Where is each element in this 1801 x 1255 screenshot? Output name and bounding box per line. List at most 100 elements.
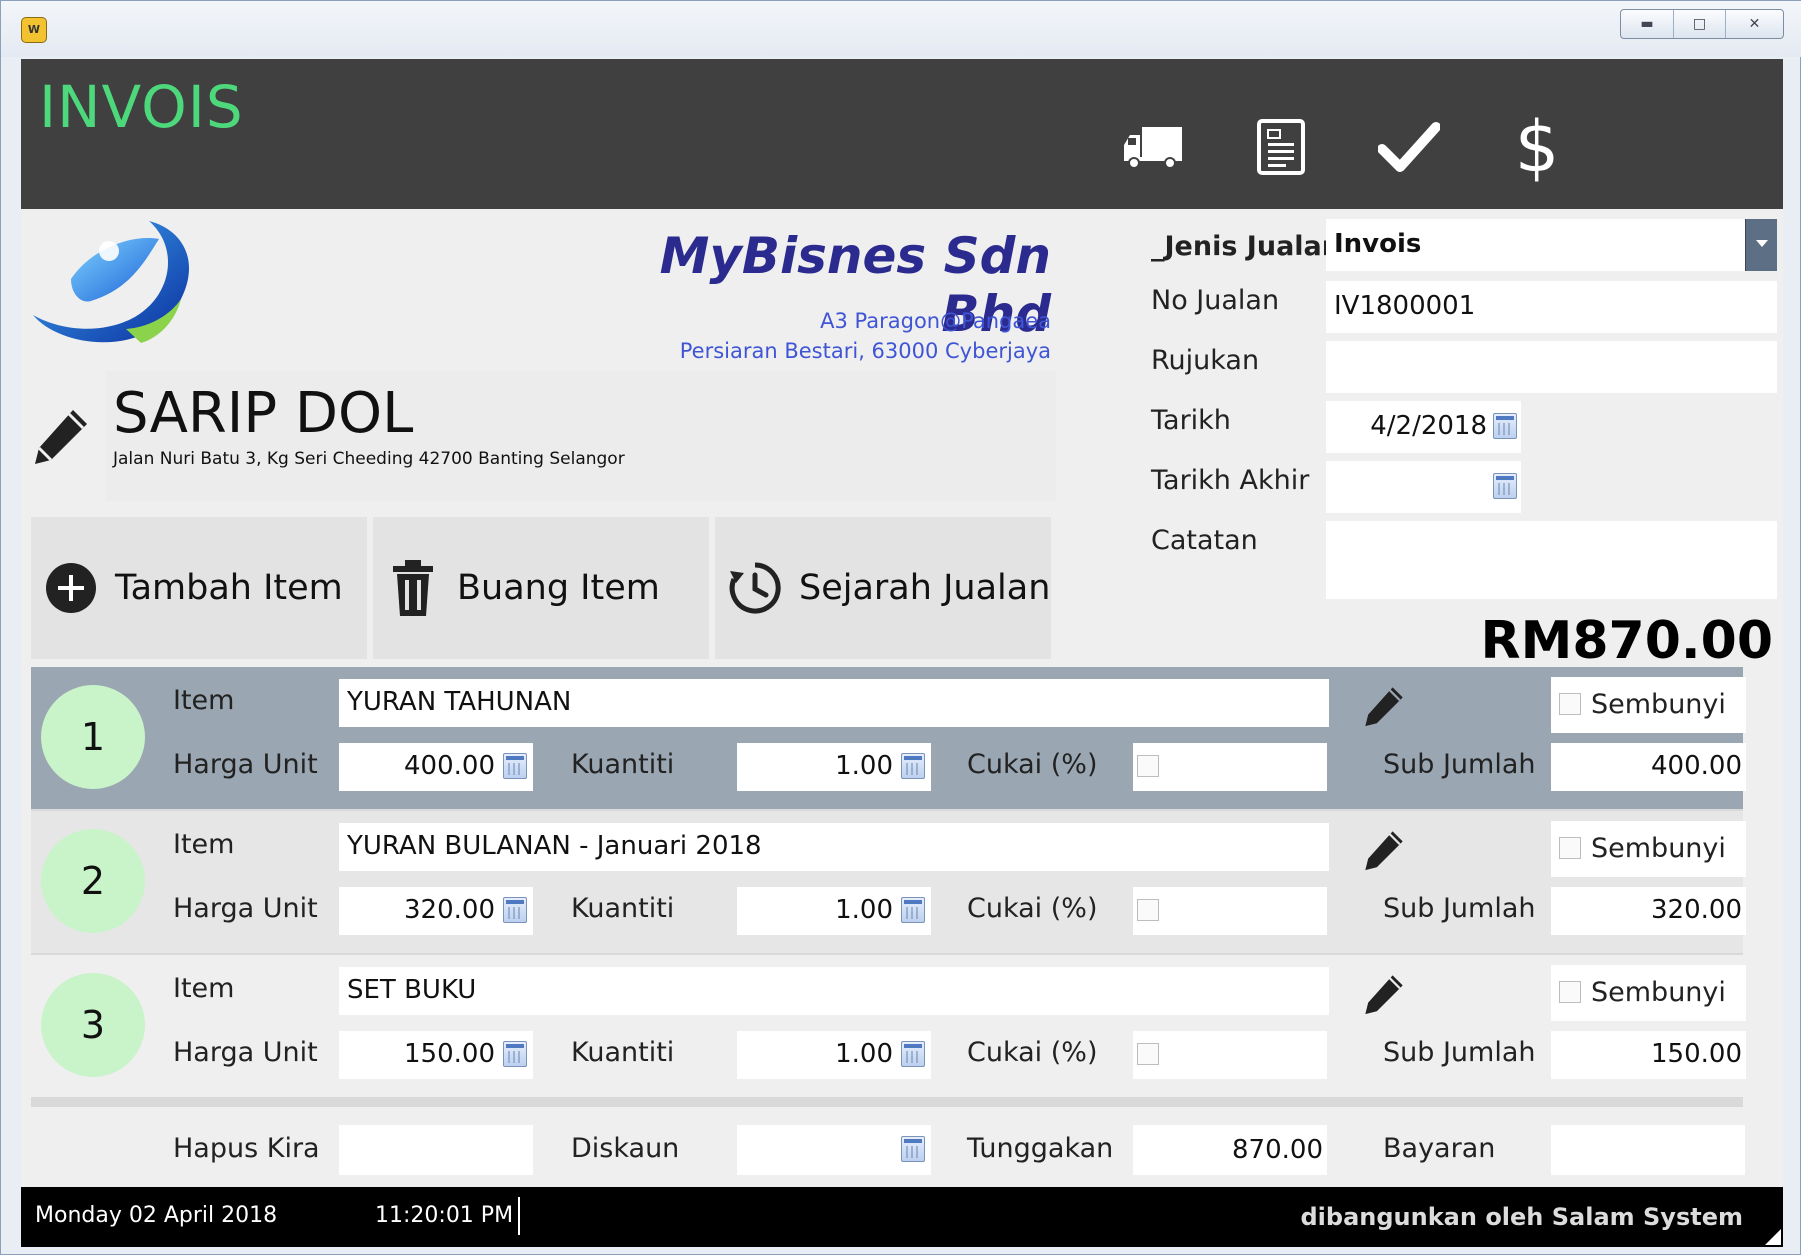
subtotal-field: 400.00 — [1551, 743, 1746, 791]
tax-checkbox[interactable] — [1137, 899, 1159, 921]
item-number: 2 — [41, 829, 145, 933]
maximize-button[interactable]: □ — [1673, 10, 1725, 38]
company-logo — [31, 219, 241, 364]
unit-price-field[interactable]: 400.00 — [339, 743, 533, 791]
quantity-field[interactable]: 1.00 — [737, 1031, 931, 1079]
customer-name: SARIP DOL — [113, 381, 414, 446]
checkmark-icon[interactable] — [1367, 105, 1451, 189]
tax-field[interactable] — [1133, 743, 1327, 791]
hide-label: Sembunyi — [1591, 833, 1726, 864]
quantity-label: Kuantiti — [571, 1037, 675, 1068]
add-item-button[interactable]: Tambah Item — [31, 517, 367, 659]
sales-history-label: Sejarah Jualan — [799, 568, 1051, 608]
item-row[interactable]: 2 Item YURAN BULANAN - Januari 2018 Harg… — [31, 811, 1746, 953]
remove-item-button[interactable]: Buang Item — [373, 517, 709, 659]
sales-history-button[interactable]: Sejarah Jualan — [715, 517, 1051, 659]
subtotal-label: Sub Jumlah — [1383, 749, 1536, 780]
add-item-label: Tambah Item — [115, 568, 343, 608]
edit-item-pencil-icon[interactable] — [1361, 683, 1409, 731]
hide-toggle[interactable]: Sembunyi — [1551, 821, 1746, 877]
hide-checkbox[interactable] — [1559, 693, 1581, 715]
item-row[interactable]: 3 Item SET BUKU Harga Unit 150.00 Kuanti… — [31, 955, 1746, 1097]
page-title: INVOIS — [39, 73, 244, 141]
tax-checkbox[interactable] — [1137, 1043, 1159, 1065]
calendar-icon[interactable] — [1493, 473, 1517, 499]
sale-no-field[interactable]: IV1800001 — [1326, 281, 1777, 333]
payment-label: Bayaran — [1383, 1133, 1496, 1164]
quantity-field[interactable]: 1.00 — [737, 887, 931, 935]
tax-field[interactable] — [1133, 887, 1327, 935]
sale-type-select[interactable]: Invois — [1326, 219, 1777, 271]
company-address-line2: Persiaran Bestari, 63000 Cyberjaya — [679, 339, 1051, 363]
document-icon[interactable] — [1239, 105, 1323, 189]
tax-checkbox[interactable] — [1137, 755, 1159, 777]
status-date: Monday 02 April 2018 — [35, 1203, 278, 1228]
edit-customer-pencil-icon[interactable] — [29, 404, 97, 504]
outstanding-label: Tunggakan — [967, 1133, 1114, 1164]
discount-field[interactable] — [737, 1125, 931, 1175]
calculator-icon[interactable] — [901, 753, 925, 779]
calculator-icon[interactable] — [503, 1041, 527, 1067]
due-date-field[interactable] — [1326, 461, 1521, 513]
calculator-icon[interactable] — [901, 897, 925, 923]
edit-item-pencil-icon[interactable] — [1361, 827, 1409, 875]
item-row[interactable]: 1 Item YURAN TAHUNAN Harga Unit 400.00 K… — [31, 667, 1746, 809]
notes-label: Catatan — [1151, 525, 1258, 556]
company-address-line1: A3 Paragon@Pangaea — [820, 309, 1051, 333]
hide-checkbox[interactable] — [1559, 837, 1581, 859]
edit-item-pencil-icon[interactable] — [1361, 971, 1409, 1019]
tax-field[interactable] — [1133, 1031, 1327, 1079]
unit-price-field[interactable]: 320.00 — [339, 887, 533, 935]
plus-circle-icon — [41, 558, 101, 618]
sale-no-label: No Jualan — [1151, 285, 1280, 316]
notes-field[interactable] — [1326, 521, 1777, 599]
unit-price-field[interactable]: 150.00 — [339, 1031, 533, 1079]
delivery-truck-icon[interactable] — [1111, 105, 1195, 189]
title-bar[interactable]: W ▬ □ ✕ — [1, 1, 1801, 57]
hide-toggle[interactable]: Sembunyi — [1551, 677, 1746, 733]
calculator-icon[interactable] — [901, 1041, 925, 1067]
calendar-icon[interactable] — [1493, 413, 1517, 439]
chevron-down-icon[interactable] — [1745, 219, 1777, 271]
hide-toggle[interactable]: Sembunyi — [1551, 965, 1746, 1021]
tax-label: Cukai (%) — [967, 1037, 1098, 1068]
tax-label: Cukai (%) — [967, 749, 1098, 780]
minimize-button[interactable]: ▬ — [1621, 10, 1673, 38]
status-bar: Monday 02 April 2018 11:20:01 PM dibangu… — [21, 1187, 1783, 1247]
developer-credit: dibangunkan oleh Salam System — [1300, 1203, 1744, 1231]
close-button[interactable]: ✕ — [1725, 10, 1783, 38]
status-time: 11:20:01 PM — [375, 1203, 514, 1228]
calculator-icon[interactable] — [901, 1136, 925, 1162]
unit-price-label: Harga Unit — [173, 893, 318, 924]
sale-type-value: Invois — [1334, 229, 1422, 259]
dollar-glyph: $ — [1514, 106, 1560, 188]
unit-price-value: 400.00 — [404, 751, 495, 781]
write-off-field[interactable] — [339, 1125, 533, 1175]
write-off-label: Hapus Kira — [173, 1133, 320, 1164]
window-controls: ▬ □ ✕ — [1620, 9, 1784, 39]
resize-grip-icon[interactable] — [1765, 1229, 1781, 1245]
payment-field[interactable] — [1551, 1125, 1745, 1175]
app-icon[interactable]: W — [21, 17, 47, 43]
item-name-field[interactable]: SET BUKU — [339, 967, 1329, 1015]
subtotal-field: 320.00 — [1551, 887, 1746, 935]
remove-item-label: Buang Item — [457, 568, 660, 608]
date-field[interactable]: 4/2/2018 — [1326, 401, 1521, 453]
dollar-icon[interactable]: $ — [1495, 105, 1579, 189]
date-label: Tarikh — [1151, 405, 1231, 436]
quantity-field[interactable]: 1.00 — [737, 743, 931, 791]
app-window: W ▬ □ ✕ INVOIS $ MyBisnes Sdn Bhd A3 Par… — [0, 0, 1801, 1255]
calculator-icon[interactable] — [503, 897, 527, 923]
hide-checkbox[interactable] — [1559, 981, 1581, 1003]
status-divider — [518, 1197, 520, 1235]
discount-label: Diskaun — [571, 1133, 680, 1164]
calculator-icon[interactable] — [503, 753, 527, 779]
item-name-field[interactable]: YURAN TAHUNAN — [339, 679, 1329, 727]
subtotal-field: 150.00 — [1551, 1031, 1746, 1079]
date-value: 4/2/2018 — [1370, 411, 1487, 441]
item-list: 1 Item YURAN TAHUNAN Harga Unit 400.00 K… — [31, 667, 1746, 1107]
reference-label: Rujukan — [1151, 345, 1260, 376]
item-name-field[interactable]: YURAN BULANAN - Januari 2018 — [339, 823, 1329, 871]
reference-field[interactable] — [1326, 341, 1777, 393]
history-clock-icon — [725, 558, 785, 618]
